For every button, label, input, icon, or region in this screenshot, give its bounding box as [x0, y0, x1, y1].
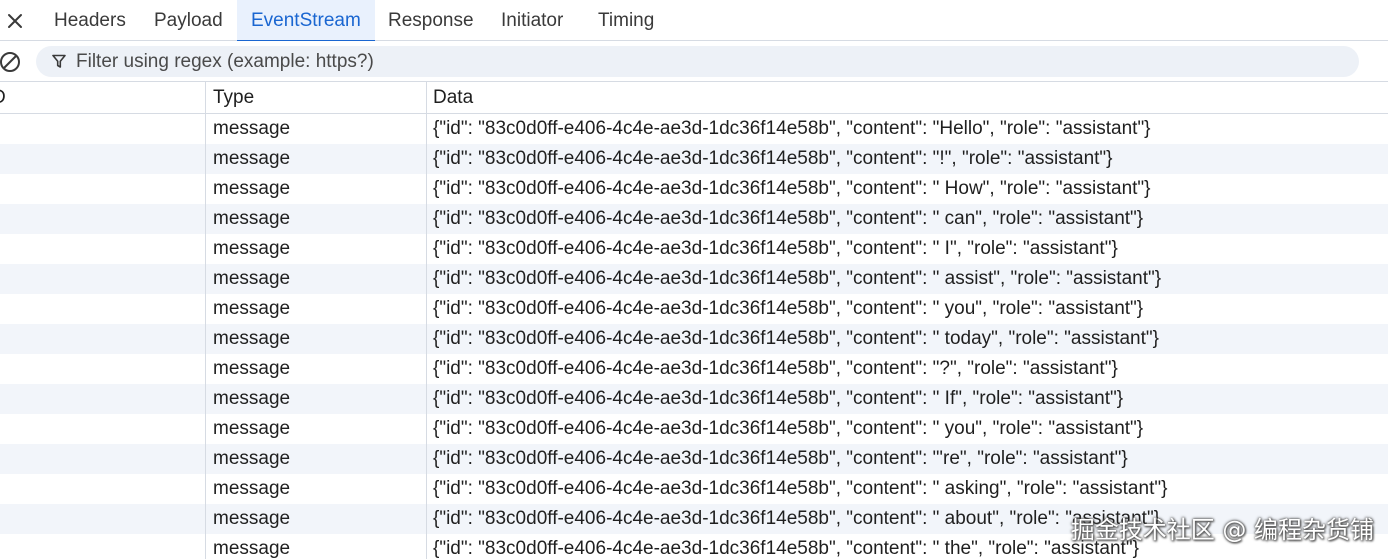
message-id-cell — [0, 324, 205, 354]
message-id-cell — [0, 414, 205, 444]
tab-timing[interactable]: Timing — [584, 0, 668, 41]
message-id-cell — [0, 384, 205, 414]
message-id-cell — [0, 534, 205, 559]
message-type-cell: message — [205, 354, 426, 384]
devtools-tabbar: Headers Payload EventStream Response Ini… — [0, 0, 1388, 42]
message-row[interactable]: message {"id": "83c0d0ff-e406-4c4e-ae3d-1… — [0, 504, 1388, 534]
message-data-cell: {"id": "83c0d0ff-e406-4c4e-ae3d-1dc36f14… — [426, 204, 1388, 234]
message-type-cell: message — [205, 204, 426, 234]
message-data-cell: {"id": "83c0d0ff-e406-4c4e-ae3d-1dc36f14… — [426, 324, 1388, 354]
close-icon[interactable] — [4, 10, 26, 32]
message-row[interactable]: message {"id": "83c0d0ff-e406-4c4e-ae3d-1… — [0, 414, 1388, 444]
message-type-cell: message — [205, 294, 426, 324]
column-header-id-label: D — [0, 82, 6, 113]
column-header-id[interactable]: D — [0, 82, 205, 113]
message-id-cell — [0, 264, 205, 294]
message-row[interactable]: message {"id": "83c0d0ff-e406-4c4e-ae3d-1… — [0, 294, 1388, 324]
message-data-cell: {"id": "83c0d0ff-e406-4c4e-ae3d-1dc36f14… — [426, 354, 1388, 384]
message-row[interactable]: message {"id": "83c0d0ff-e406-4c4e-ae3d-1… — [0, 474, 1388, 504]
message-row[interactable]: message {"id": "83c0d0ff-e406-4c4e-ae3d-1… — [0, 354, 1388, 384]
message-id-cell — [0, 204, 205, 234]
tab-response[interactable]: Response — [374, 0, 488, 41]
message-row[interactable]: message {"id": "83c0d0ff-e406-4c4e-ae3d-1… — [0, 384, 1388, 414]
message-row[interactable]: message {"id": "83c0d0ff-e406-4c4e-ae3d-1… — [0, 324, 1388, 354]
message-type-cell: message — [205, 474, 426, 504]
message-type-cell: message — [205, 324, 426, 354]
message-data-cell: {"id": "83c0d0ff-e406-4c4e-ae3d-1dc36f14… — [426, 294, 1388, 324]
clear-icon[interactable] — [0, 50, 22, 74]
message-data-cell: {"id": "83c0d0ff-e406-4c4e-ae3d-1dc36f14… — [426, 534, 1388, 559]
message-id-cell — [0, 174, 205, 204]
tab-eventstream[interactable]: EventStream — [237, 0, 375, 42]
message-id-cell — [0, 234, 205, 264]
tab-headers[interactable]: Headers — [40, 0, 140, 41]
message-row[interactable]: message {"id": "83c0d0ff-e406-4c4e-ae3d-1… — [0, 264, 1388, 294]
message-data-cell: {"id": "83c0d0ff-e406-4c4e-ae3d-1dc36f14… — [426, 264, 1388, 294]
grid-header: D Type Data — [0, 82, 1388, 114]
message-id-cell — [0, 114, 205, 144]
message-type-cell: message — [205, 264, 426, 294]
message-type-cell: message — [205, 234, 426, 264]
message-data-cell: {"id": "83c0d0ff-e406-4c4e-ae3d-1dc36f14… — [426, 144, 1388, 174]
message-type-cell: message — [205, 174, 426, 204]
message-data-cell: {"id": "83c0d0ff-e406-4c4e-ae3d-1dc36f14… — [426, 414, 1388, 444]
message-id-cell — [0, 144, 205, 174]
message-data-cell: {"id": "83c0d0ff-e406-4c4e-ae3d-1dc36f14… — [426, 174, 1388, 204]
message-row[interactable]: message {"id": "83c0d0ff-e406-4c4e-ae3d-1… — [0, 144, 1388, 174]
message-row[interactable]: message {"id": "83c0d0ff-e406-4c4e-ae3d-1… — [0, 534, 1388, 559]
tab-payload[interactable]: Payload — [140, 0, 237, 41]
message-data-cell: {"id": "83c0d0ff-e406-4c4e-ae3d-1dc36f14… — [426, 444, 1388, 474]
message-row[interactable]: message {"id": "83c0d0ff-e406-4c4e-ae3d-1… — [0, 234, 1388, 264]
message-row[interactable]: message {"id": "83c0d0ff-e406-4c4e-ae3d-1… — [0, 444, 1388, 474]
message-data-cell: {"id": "83c0d0ff-e406-4c4e-ae3d-1dc36f14… — [426, 234, 1388, 264]
message-type-cell: message — [205, 444, 426, 474]
message-id-cell — [0, 294, 205, 324]
message-type-cell: message — [205, 384, 426, 414]
message-data-cell: {"id": "83c0d0ff-e406-4c4e-ae3d-1dc36f14… — [426, 384, 1388, 414]
message-data-cell: {"id": "83c0d0ff-e406-4c4e-ae3d-1dc36f14… — [426, 114, 1388, 144]
message-row[interactable]: message {"id": "83c0d0ff-e406-4c4e-ae3d-1… — [0, 114, 1388, 144]
message-id-cell — [0, 354, 205, 384]
message-type-cell: message — [205, 414, 426, 444]
message-row[interactable]: message {"id": "83c0d0ff-e406-4c4e-ae3d-1… — [0, 174, 1388, 204]
column-header-type[interactable]: Type — [205, 82, 426, 113]
message-id-cell — [0, 444, 205, 474]
message-type-cell: message — [205, 534, 426, 559]
filter-input[interactable] — [76, 46, 1346, 77]
message-data-cell: {"id": "83c0d0ff-e406-4c4e-ae3d-1dc36f14… — [426, 504, 1388, 534]
message-data-cell: {"id": "83c0d0ff-e406-4c4e-ae3d-1dc36f14… — [426, 474, 1388, 504]
filter-box — [36, 46, 1359, 77]
eventstream-toolbar — [0, 41, 1388, 82]
message-id-cell — [0, 504, 205, 534]
column-header-data[interactable]: Data — [426, 82, 1388, 113]
message-row[interactable]: message {"id": "83c0d0ff-e406-4c4e-ae3d-1… — [0, 204, 1388, 234]
message-id-cell — [0, 474, 205, 504]
message-list: message {"id": "83c0d0ff-e406-4c4e-ae3d-1… — [0, 114, 1388, 559]
message-type-cell: message — [205, 144, 426, 174]
message-type-cell: message — [205, 114, 426, 144]
tab-initiator[interactable]: Initiator — [487, 0, 577, 41]
filter-icon — [52, 54, 66, 69]
message-type-cell: message — [205, 504, 426, 534]
